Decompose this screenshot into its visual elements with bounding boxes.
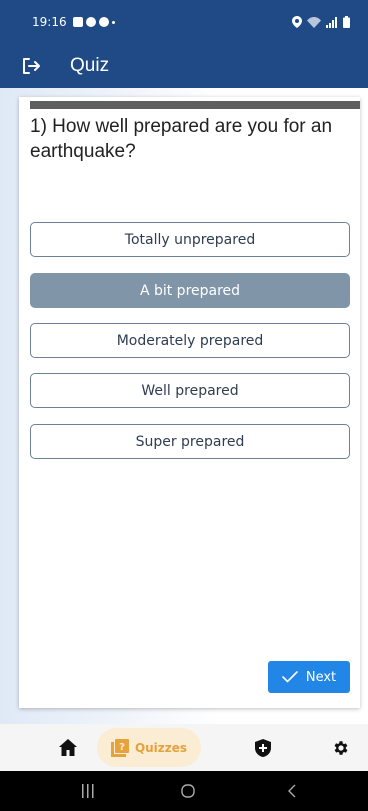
system-navigation-bar xyxy=(0,771,368,811)
option-moderately-prepared[interactable]: Moderately prepared xyxy=(30,323,350,358)
location-icon xyxy=(292,16,302,28)
signal-icon xyxy=(326,16,337,28)
back-icon xyxy=(288,784,296,798)
messenger-notification-icon xyxy=(85,17,96,27)
check-icon xyxy=(282,671,298,683)
quiz-question: 1) How well prepared are you for an eart… xyxy=(30,116,333,162)
recents-button[interactable] xyxy=(76,771,100,811)
next-button[interactable]: Next xyxy=(268,661,350,693)
status-right xyxy=(292,16,350,28)
nav-quizzes[interactable]: ? Quizzes xyxy=(97,728,201,767)
more-notifications-icon xyxy=(111,20,115,24)
gallery-notification-icon xyxy=(72,17,83,27)
next-label: Next xyxy=(305,669,337,685)
nav-quizzes-label: Quizzes xyxy=(134,740,188,755)
notification-icons xyxy=(72,17,115,27)
back-button[interactable] xyxy=(280,771,304,811)
messenger-notification-icon-2 xyxy=(98,17,109,27)
bottom-navigation: ? Quizzes xyxy=(0,724,368,771)
home-circle-icon xyxy=(181,784,195,798)
wifi-icon xyxy=(307,16,321,28)
option-a-bit-prepared[interactable]: A bit prepared xyxy=(30,273,350,308)
option-totally-unprepared[interactable]: Totally unprepared xyxy=(30,222,350,257)
nav-safety[interactable] xyxy=(250,724,276,771)
shield-icon xyxy=(255,738,271,757)
recents-icon xyxy=(82,784,94,798)
svg-text:?: ? xyxy=(119,742,125,753)
quiz-progress-bar xyxy=(30,101,360,109)
option-well-prepared[interactable]: Well prepared xyxy=(30,373,350,408)
gear-icon xyxy=(334,740,348,755)
page-title: Quiz xyxy=(70,55,110,76)
status-time: 19:16 xyxy=(32,15,67,29)
option-super-prepared[interactable]: Super prepared xyxy=(30,424,350,459)
app-bar: Quiz xyxy=(0,44,368,88)
battery-icon xyxy=(343,16,350,28)
logout-icon[interactable] xyxy=(22,55,44,77)
nav-home[interactable] xyxy=(55,724,81,771)
home-system-button[interactable] xyxy=(176,771,200,811)
status-bar: 19:16 xyxy=(0,0,368,44)
quiz-icon: ? xyxy=(110,738,129,757)
status-left: 19:16 xyxy=(32,15,115,29)
nav-settings[interactable] xyxy=(328,724,354,771)
home-icon xyxy=(59,739,77,756)
